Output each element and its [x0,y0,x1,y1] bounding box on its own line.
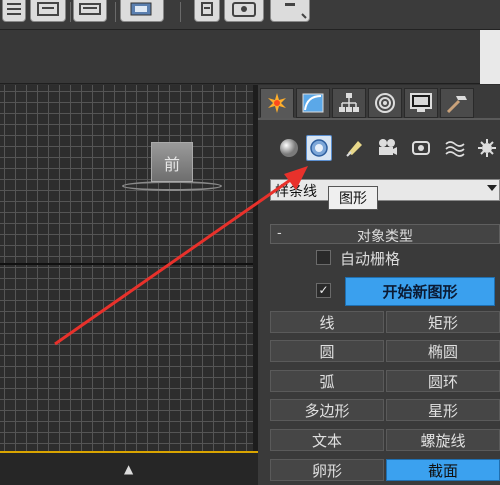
rollout-title: 对象类型 [357,229,413,245]
circle-button[interactable]: 圆 [270,340,384,362]
egg-button[interactable]: 卵形 [270,459,384,481]
helpers-button[interactable] [408,135,434,161]
tab-create[interactable] [260,88,294,118]
auto-grid-checkbox[interactable] [316,250,331,265]
cameras-button[interactable] [374,135,400,161]
ngon-button[interactable]: 多边形 [270,399,384,421]
rectangle-button[interactable]: 矩形 [386,311,500,333]
helpers-icon [412,141,430,155]
lock-icon[interactable]: ▲ [124,462,133,476]
align-icon[interactable] [73,0,107,22]
viewport[interactable]: 前 [0,85,253,451]
select-list-icon[interactable] [2,0,26,22]
systems-icon [478,139,496,157]
view-cube-label: 前 [163,155,180,174]
lights-icon [346,141,362,157]
text-button[interactable]: 文本 [270,429,384,451]
auto-grid-row: 自动栅格 [316,248,476,268]
hierarchy-icon [339,93,359,112]
auto-grid-label: 自动栅格 [340,250,401,268]
category-dropdown-value: 样条线 [275,184,317,200]
grid-axis-line [0,263,253,265]
view-cube-ring[interactable] [122,181,222,191]
tab-modify[interactable] [296,88,330,118]
arc-button[interactable]: 弧 [270,370,384,392]
utilities-icon [446,96,467,114]
tab-display[interactable] [404,88,438,118]
cameras-icon [379,139,397,155]
line-button[interactable]: 线 [270,311,384,333]
render-icon[interactable] [270,0,310,22]
motion-icon [375,93,395,113]
geometry-icon [280,139,298,157]
shapes-icon [310,139,328,157]
scroll-edge [480,30,500,84]
start-new-shape-checkbox[interactable]: ✓ [316,283,331,298]
category-dropdown[interactable]: 样条线 [270,179,500,201]
ellipse-button[interactable]: 椭圆 [386,340,500,362]
view-cube[interactable]: 前 [151,142,193,182]
render-setup-icon[interactable] [224,0,264,22]
tab-hierarchy[interactable] [332,88,366,118]
chevron-down-icon [487,185,497,191]
tab-utilities[interactable] [440,88,474,118]
shapes-button[interactable] [306,135,332,161]
layer-manager-icon[interactable] [120,0,164,22]
display-icon [410,93,432,112]
start-new-shape-button[interactable]: 开始新图形 [345,277,495,306]
lights-button[interactable] [342,135,368,161]
systems-button[interactable] [474,135,500,161]
status-bar: ▲ [0,451,258,485]
geometry-button[interactable] [276,135,302,161]
command-panel: 样条线 - 对象类型 自动栅格 ✓ 开始新图形 线 矩形 圆 椭圆 弧 圆环 多… [258,85,500,485]
viewport-grid [0,85,253,451]
material-editor-icon[interactable] [194,0,220,22]
space-warps-button[interactable] [442,135,468,161]
toolbar-strip [0,30,500,84]
donut-button[interactable]: 圆环 [386,370,500,392]
section-button[interactable]: 截面 [386,459,500,481]
object-type-rollout[interactable]: - 对象类型 [270,224,500,245]
main-toolbar [0,0,500,30]
create-icon [268,93,286,113]
shapes-tooltip: 图形 [328,186,378,210]
tab-motion[interactable] [368,88,402,118]
modify-icon [302,93,324,113]
star-button[interactable]: 星形 [386,399,500,421]
window-crossing-icon[interactable] [30,0,66,22]
space-warps-icon [445,141,465,157]
helix-button[interactable]: 螺旋线 [386,429,500,451]
